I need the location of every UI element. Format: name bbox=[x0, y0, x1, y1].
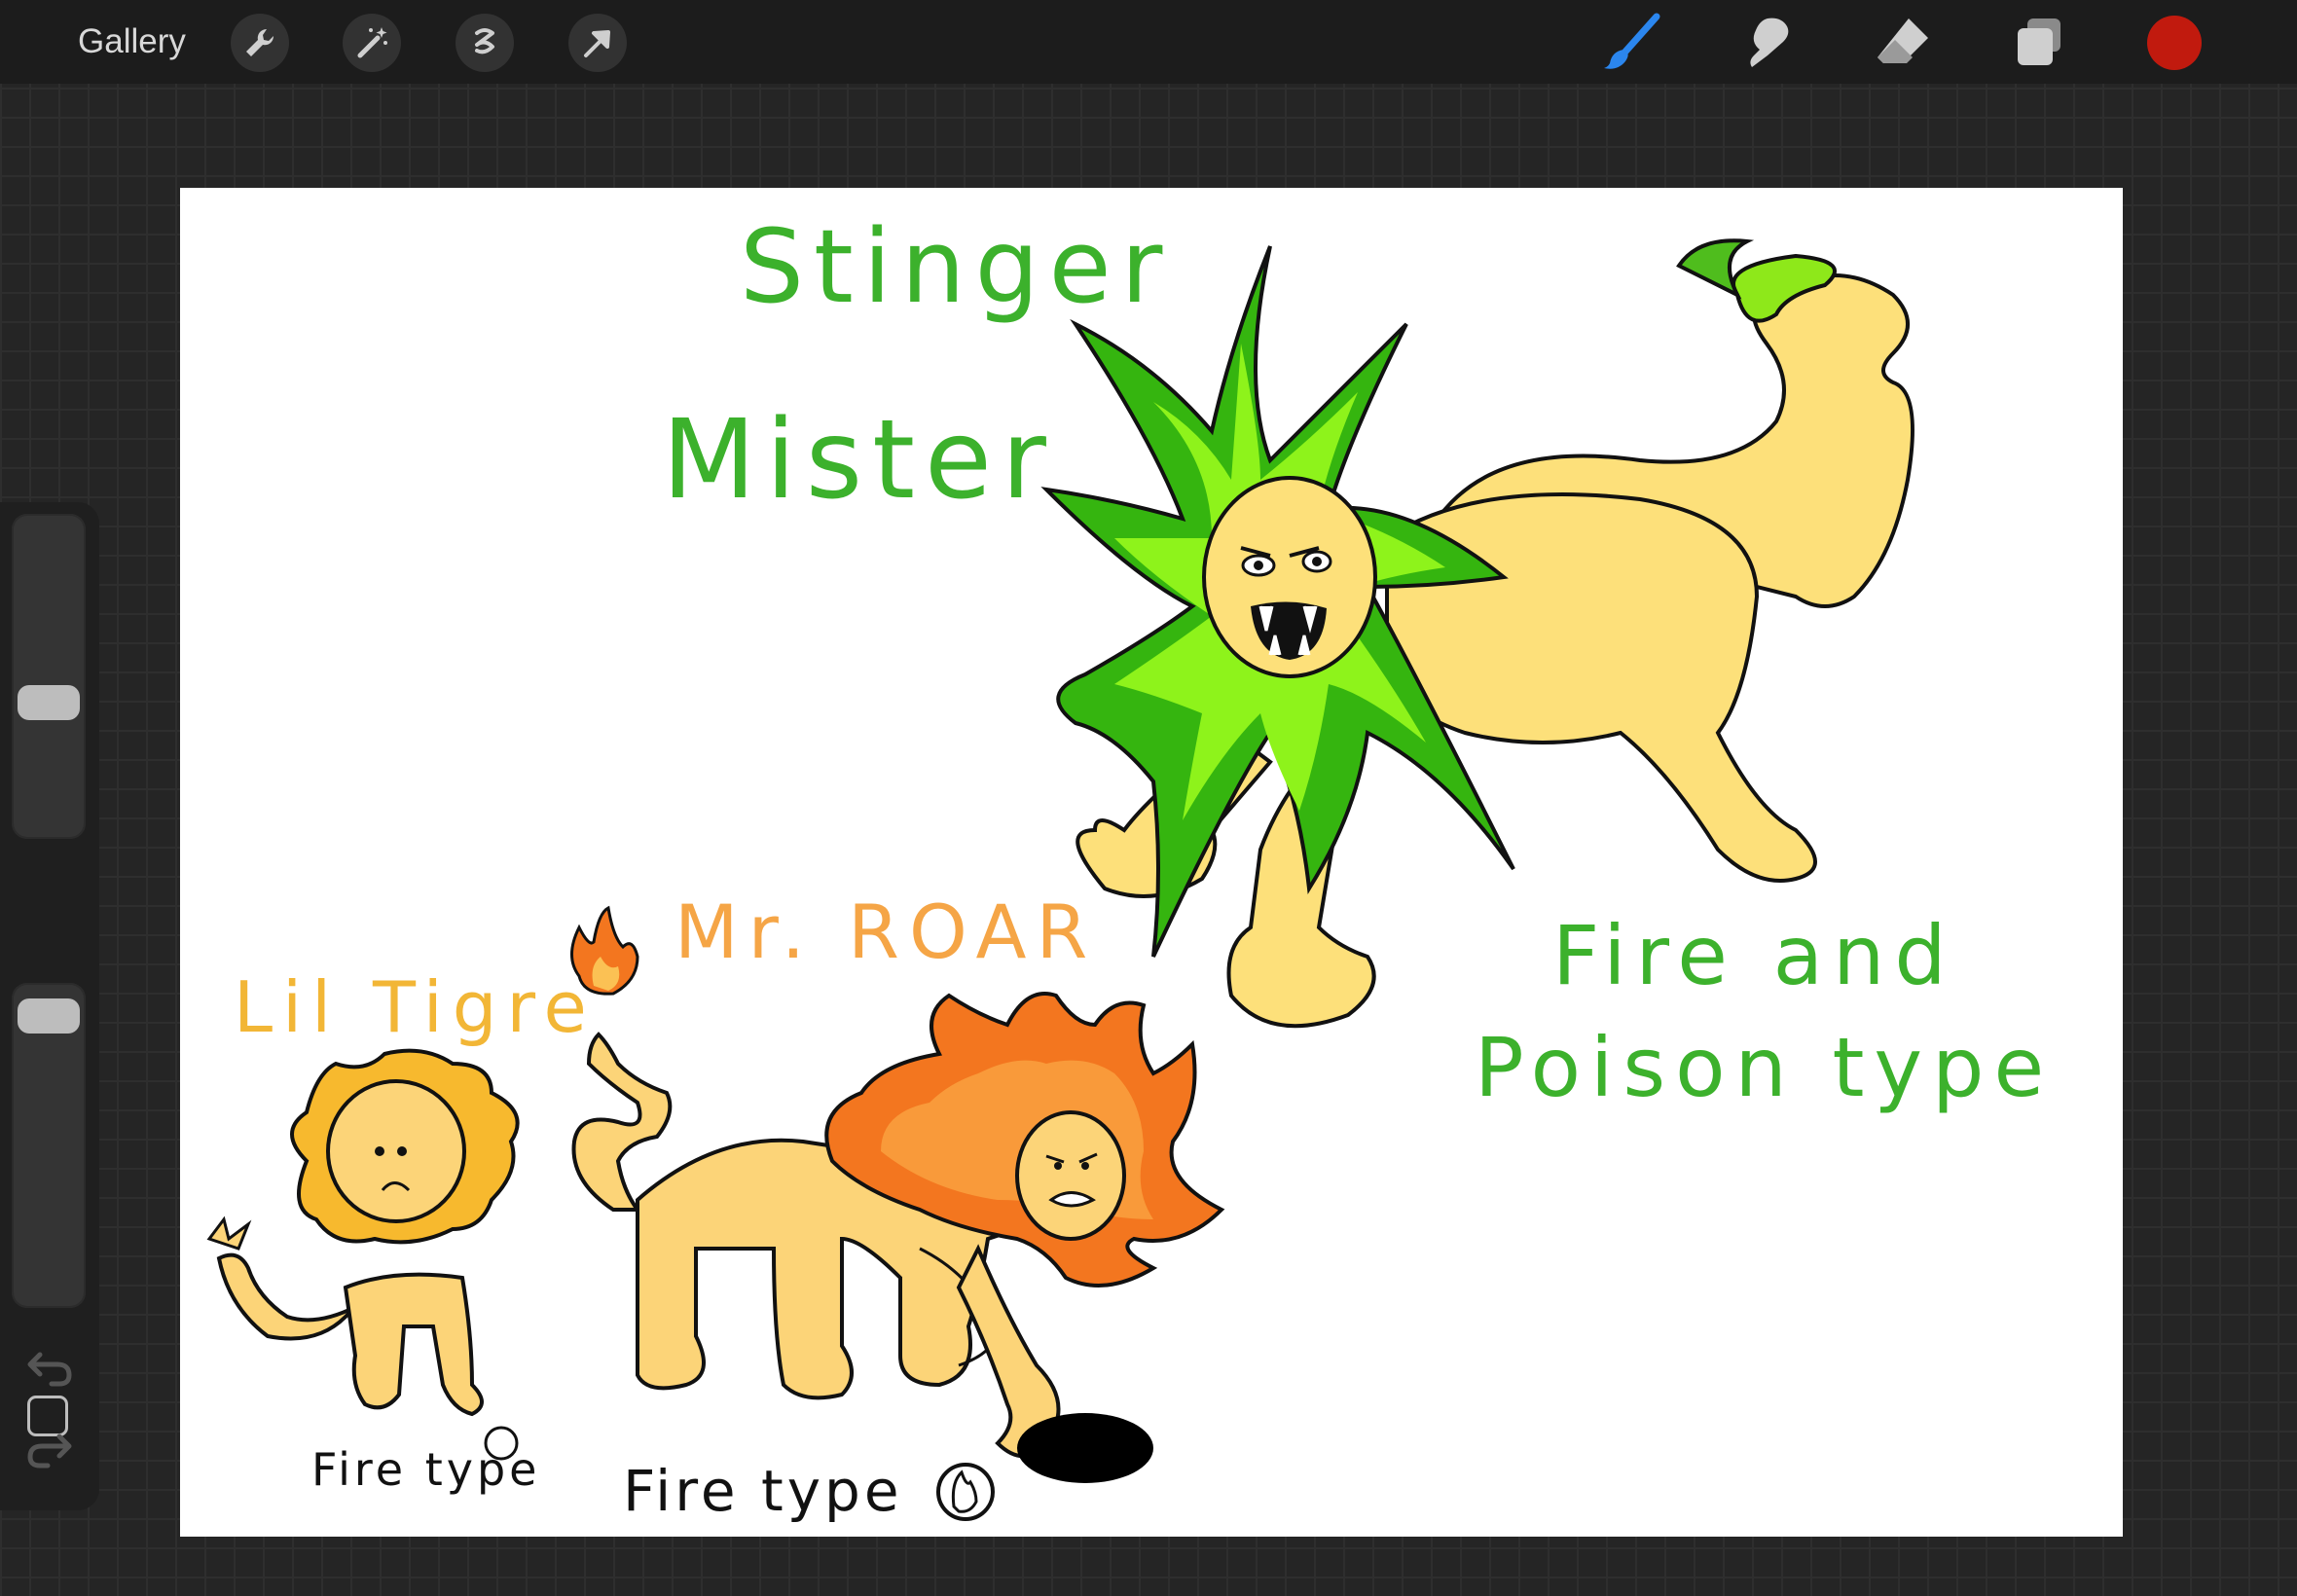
smudge-icon bbox=[1750, 18, 1789, 68]
label-fire-type-1: Fire type bbox=[311, 1443, 541, 1496]
drawing-canvas[interactable]: Stinger Mister Fire and Poison type Mr. … bbox=[180, 188, 2123, 1537]
eraser-icon bbox=[1878, 18, 1928, 63]
wrench-icon bbox=[246, 28, 274, 56]
brush-icon bbox=[1604, 13, 1660, 69]
layers-icon bbox=[2018, 18, 2060, 65]
eraser-button[interactable] bbox=[1869, 10, 1937, 74]
opacity-slider[interactable] bbox=[12, 983, 86, 1308]
mr-roar-creature bbox=[570, 905, 1225, 1483]
redo-icon[interactable] bbox=[24, 1429, 75, 1471]
label-fire-type-2: Fire type bbox=[623, 1458, 903, 1524]
label-mister: Mister bbox=[662, 397, 1056, 524]
brush-size-thumb[interactable] bbox=[18, 685, 80, 720]
undo-icon[interactable] bbox=[24, 1347, 75, 1390]
label-fire-and: Fire and bbox=[1552, 908, 1956, 1003]
label-mr-roar: Mr. ROAR bbox=[675, 889, 1098, 975]
transform-arrow-icon bbox=[584, 30, 610, 57]
brush-size-slider[interactable] bbox=[12, 514, 86, 839]
lil-tigre-creature bbox=[206, 1048, 520, 1417]
layers-button[interactable] bbox=[2005, 10, 2073, 74]
selection-icon bbox=[475, 28, 494, 54]
smudge-button[interactable] bbox=[1733, 10, 1802, 74]
transform-button[interactable] bbox=[568, 14, 627, 72]
label-lil-tigre: Lil Tigre bbox=[234, 966, 597, 1048]
side-toolbar bbox=[0, 502, 99, 1510]
actions-button[interactable] bbox=[231, 14, 289, 72]
brush-button[interactable] bbox=[1597, 10, 1665, 74]
label-poison-type: Poison type bbox=[1475, 1020, 2055, 1115]
top-toolbar: Gallery bbox=[0, 0, 2297, 84]
adjustments-button[interactable] bbox=[343, 14, 401, 72]
gallery-button[interactable]: Gallery bbox=[78, 19, 186, 64]
magic-wand-icon bbox=[357, 27, 387, 58]
selection-button[interactable] bbox=[456, 14, 514, 72]
opacity-thumb[interactable] bbox=[18, 998, 80, 1034]
label-stinger: Stinger bbox=[740, 207, 1173, 326]
artwork bbox=[206, 238, 1914, 1521]
color-button[interactable] bbox=[2147, 16, 2202, 70]
